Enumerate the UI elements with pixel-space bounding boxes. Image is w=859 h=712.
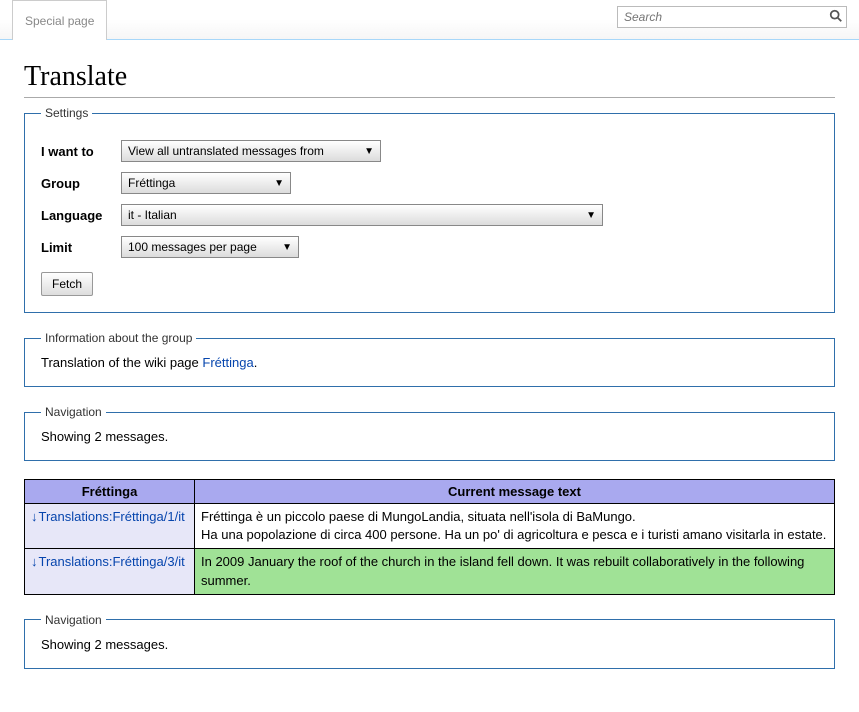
message-link[interactable]: Translations:Fréttinga/3/it	[39, 554, 185, 569]
tab-special-page[interactable]: Special page	[12, 0, 107, 40]
message-name-cell: ↓Translations:Fréttinga/1/it	[25, 504, 195, 549]
top-bar: Special page	[0, 0, 859, 40]
limit-select[interactable]: 100 messages per page ▼	[121, 236, 299, 258]
navigation-text: Showing 2 messages.	[41, 637, 818, 652]
expand-icon[interactable]: ↓	[31, 554, 38, 569]
settings-fieldset: Settings I want to View all untranslated…	[24, 106, 835, 313]
search-input[interactable]	[618, 8, 826, 26]
language-label: Language	[41, 208, 121, 223]
header-group: Fréttinga	[25, 480, 195, 504]
info-group-fieldset: Information about the group Translation …	[24, 331, 835, 387]
navigation-top-fieldset: Navigation Showing 2 messages.	[24, 405, 835, 461]
chevron-down-icon: ▼	[576, 210, 596, 221]
group-select[interactable]: Fréttinga ▼	[121, 172, 291, 194]
navigation-bottom-fieldset: Navigation Showing 2 messages.	[24, 613, 835, 669]
fetch-button[interactable]: Fetch	[41, 272, 93, 296]
page-title: Translate	[24, 61, 835, 98]
navigation-text: Showing 2 messages.	[41, 429, 818, 444]
table-row: ↓Translations:Fréttinga/3/itIn 2009 Janu…	[25, 549, 835, 594]
navigation-legend: Navigation	[41, 613, 106, 627]
message-text-cell: In 2009 January the roof of the church i…	[195, 549, 835, 594]
limit-label: Limit	[41, 240, 121, 255]
expand-icon[interactable]: ↓	[31, 509, 38, 524]
search-box[interactable]	[617, 6, 847, 28]
i-want-to-select[interactable]: View all untranslated messages from ▼	[121, 140, 381, 162]
chevron-down-icon: ▼	[354, 146, 374, 157]
info-group-legend: Information about the group	[41, 331, 196, 345]
group-value: Fréttinga	[128, 176, 175, 190]
message-link[interactable]: Translations:Fréttinga/1/it	[39, 509, 185, 524]
limit-value: 100 messages per page	[128, 240, 257, 254]
i-want-to-label: I want to	[41, 144, 121, 159]
message-name-cell: ↓Translations:Fréttinga/3/it	[25, 549, 195, 594]
chevron-down-icon: ▼	[264, 178, 284, 189]
navigation-legend: Navigation	[41, 405, 106, 419]
language-value: it - Italian	[128, 208, 177, 222]
tab-label: Special page	[25, 14, 94, 28]
frettinga-link[interactable]: Fréttinga	[202, 355, 253, 370]
group-label: Group	[41, 176, 121, 191]
header-message: Current message text	[195, 480, 835, 504]
messages-table: Fréttinga Current message text ↓Translat…	[24, 479, 835, 595]
i-want-to-value: View all untranslated messages from	[128, 144, 324, 158]
info-group-text: Translation of the wiki page Fréttinga.	[41, 355, 818, 370]
message-text-cell: Fréttinga è un piccolo paese di MungoLan…	[195, 504, 835, 549]
search-icon[interactable]	[826, 9, 846, 26]
table-row: ↓Translations:Fréttinga/1/itFréttinga è …	[25, 504, 835, 549]
language-select[interactable]: it - Italian ▼	[121, 204, 603, 226]
chevron-down-icon: ▼	[272, 242, 292, 253]
settings-legend: Settings	[41, 106, 92, 120]
